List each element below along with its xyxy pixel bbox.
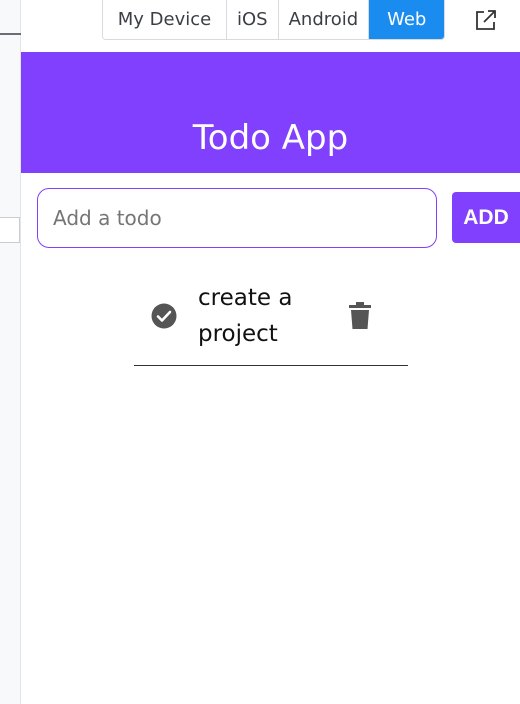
preview-toolbar: My Device iOS Android Web — [21, 0, 520, 52]
platform-tab-my-device[interactable]: My Device — [103, 0, 227, 39]
external-link-icon[interactable] — [474, 8, 498, 32]
todo-item: create a project — [134, 274, 408, 366]
todo-text: create a project — [198, 285, 293, 347]
editor-side-panel — [0, 0, 21, 704]
platform-tab-ios[interactable]: iOS — [227, 0, 279, 39]
trash-icon[interactable] — [347, 302, 373, 330]
todo-app-preview: Todo App ADD create a project — [21, 52, 520, 704]
check-circle-icon[interactable] — [150, 302, 178, 330]
app-title: Todo App — [192, 118, 349, 158]
platform-tab-web[interactable]: Web — [369, 0, 445, 39]
panel-divider — [0, 33, 21, 35]
app-header: Todo App — [21, 52, 520, 173]
todo-input[interactable] — [37, 188, 437, 248]
platform-switcher: My Device iOS Android Web — [102, 0, 446, 40]
add-button[interactable]: ADD — [452, 192, 520, 243]
panel-control-edge[interactable] — [0, 217, 20, 243]
platform-tab-android[interactable]: Android — [278, 0, 370, 39]
